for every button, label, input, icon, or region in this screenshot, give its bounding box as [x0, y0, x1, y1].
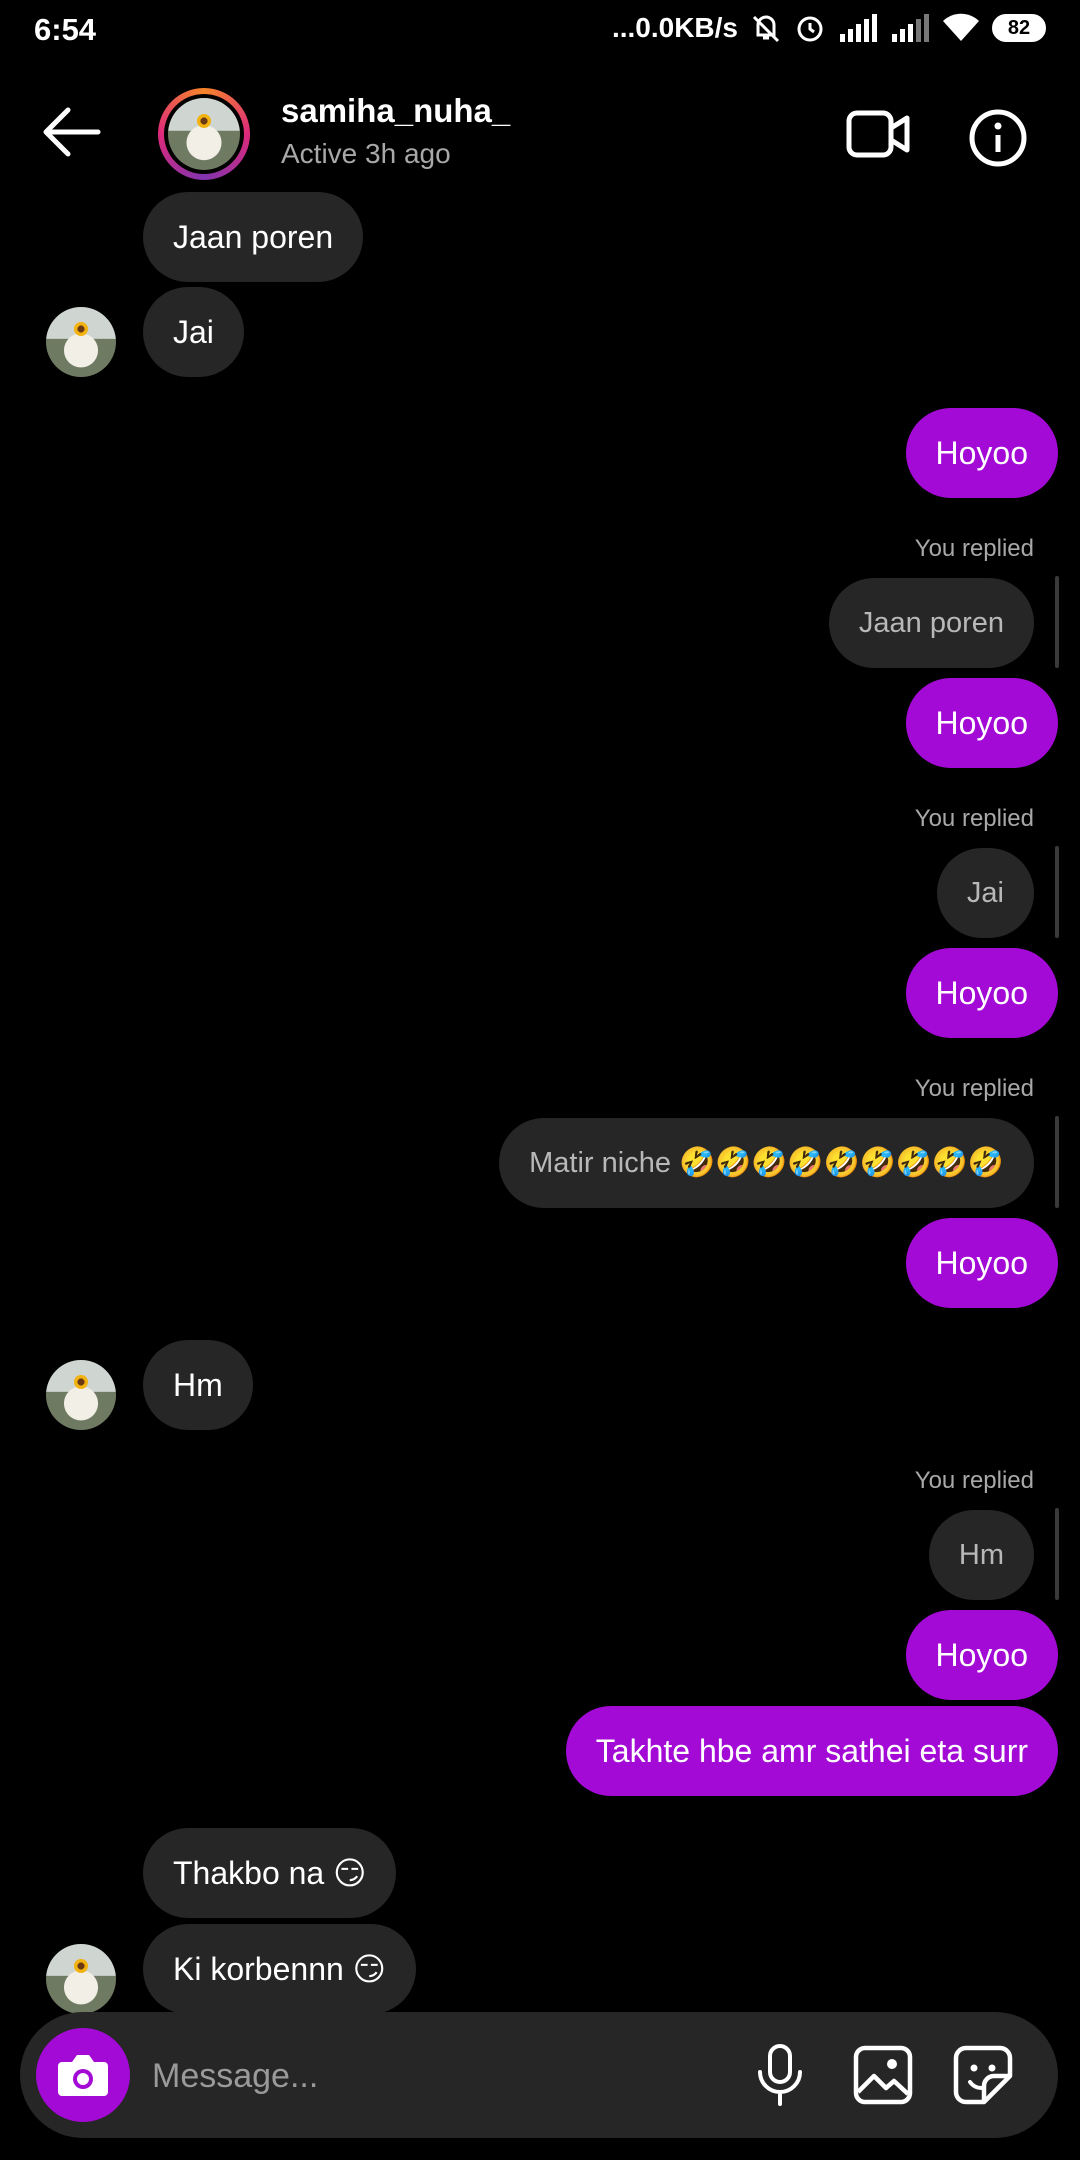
quote-bar	[1055, 576, 1059, 668]
contact-title[interactable]: samiha_nuha_ Active 3h ago	[281, 92, 510, 170]
status-bar: 6:54 ...0.0KB/s 82	[0, 0, 1080, 62]
arrow-left-icon	[43, 107, 101, 157]
reply-label: You replied	[914, 805, 1034, 832]
status-time: 6:54	[34, 12, 97, 47]
sticker-button[interactable]	[952, 2044, 1014, 2106]
contact-status: Active 3h ago	[281, 138, 451, 169]
image-icon	[853, 2045, 913, 2105]
contact-avatar[interactable]	[158, 88, 250, 180]
message-bubble-outgoing[interactable]: Hoyoo	[905, 678, 1058, 768]
info-icon	[969, 109, 1027, 167]
sticker-icon	[953, 2045, 1013, 2105]
quote-bar	[1055, 1116, 1059, 1208]
camera-icon	[58, 2055, 108, 2096]
alarm-icon	[794, 12, 826, 44]
quoted-message[interactable]: Hm	[928, 1510, 1034, 1600]
camera-button[interactable]	[36, 2028, 130, 2122]
reply-label: You replied	[914, 535, 1034, 562]
message-composer	[20, 2012, 1058, 2138]
quoted-message[interactable]: Jai	[936, 848, 1034, 938]
quoted-message[interactable]: Matir niche 🤣🤣🤣🤣🤣🤣🤣🤣🤣	[499, 1118, 1034, 1208]
battery-indicator: 82	[992, 14, 1046, 42]
microphone-icon	[758, 2044, 802, 2106]
signal-2-icon	[890, 14, 930, 42]
network-speed: ...0.0KB/s	[611, 12, 738, 43]
message-bubble-incoming[interactable]: Hm	[143, 1340, 253, 1430]
reply-label: You replied	[914, 1075, 1034, 1102]
quote-bar	[1055, 1508, 1059, 1600]
chat-header: samiha_nuha_ Active 3h ago	[0, 62, 1080, 210]
message-bubble-outgoing[interactable]: Hoyoo	[905, 948, 1058, 1038]
info-button[interactable]	[968, 108, 1028, 168]
mute-icon	[750, 13, 782, 43]
sender-avatar[interactable]	[46, 1360, 116, 1430]
status-icons: ...0.0KB/s 82	[612, 12, 1046, 44]
wifi-icon	[942, 13, 980, 43]
reply-label: You replied	[914, 1467, 1034, 1494]
message-bubble-incoming[interactable]: Ki korbennn 😏	[143, 1924, 417, 2014]
sender-avatar[interactable]	[46, 1944, 116, 2014]
avatar-image	[168, 98, 240, 170]
message-input[interactable]	[150, 2040, 714, 2112]
contact-name: samiha_nuha_	[281, 92, 511, 129]
quote-bar	[1055, 846, 1059, 938]
video-call-button[interactable]	[846, 108, 910, 160]
message-bubble-incoming[interactable]: Jai	[143, 287, 244, 377]
message-bubble-incoming[interactable]: Jaan poren	[143, 192, 364, 282]
sender-avatar[interactable]	[46, 307, 116, 377]
message-bubble-outgoing[interactable]: Hoyoo	[905, 408, 1058, 498]
video-camera-icon	[846, 110, 910, 158]
signal-icon	[838, 14, 878, 42]
quoted-message[interactable]: Jaan poren	[828, 578, 1034, 668]
message-bubble-incoming[interactable]: Thakbo na 😏	[143, 1828, 397, 1918]
gallery-button[interactable]	[852, 2044, 914, 2106]
microphone-button[interactable]	[750, 2042, 810, 2106]
message-bubble-outgoing[interactable]: Hoyoo	[905, 1610, 1058, 1700]
back-button[interactable]	[38, 104, 104, 160]
message-bubble-outgoing[interactable]: Takhte hbe amr sathei eta surr	[565, 1706, 1058, 1796]
message-bubble-outgoing[interactable]: Hoyoo	[905, 1218, 1058, 1308]
